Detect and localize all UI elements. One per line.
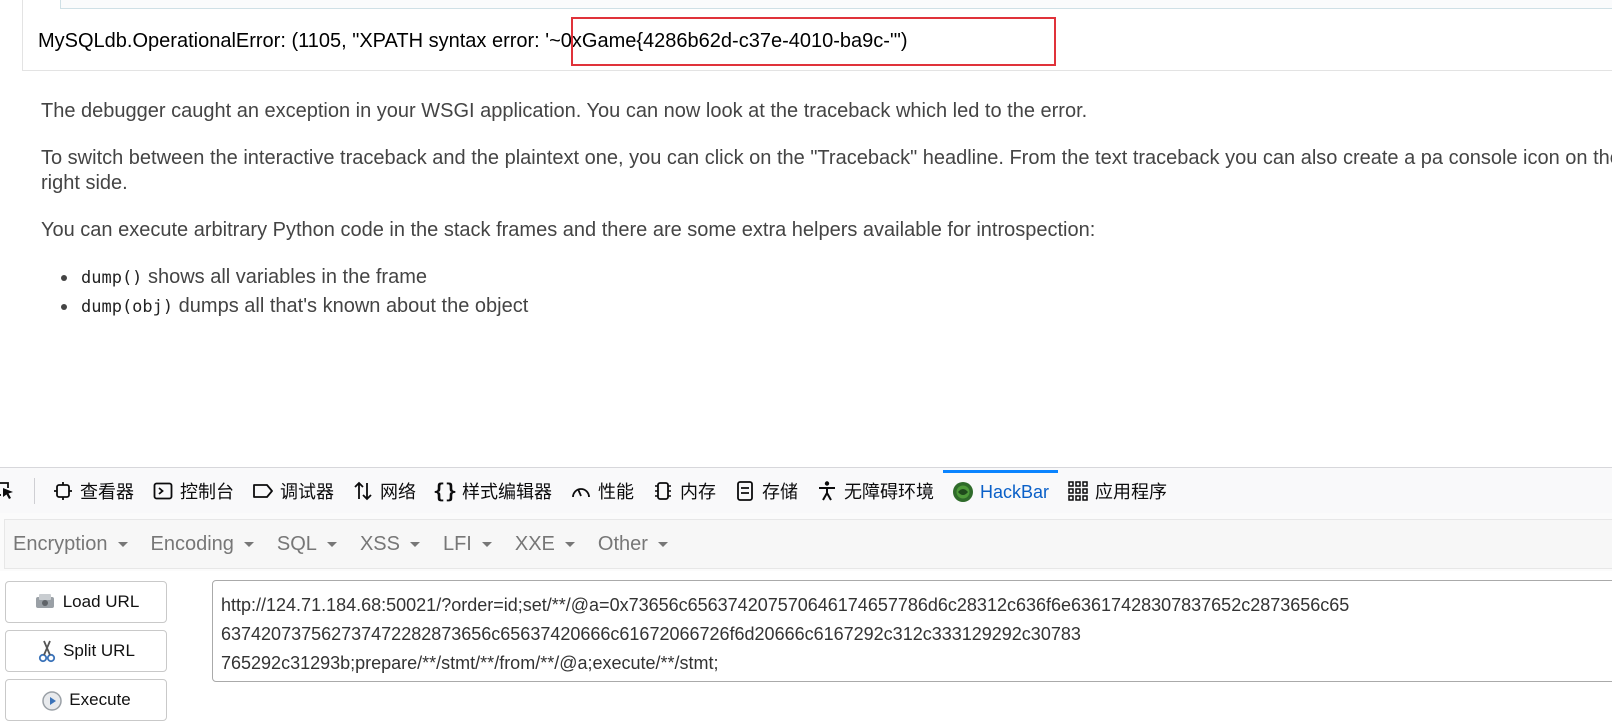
- element-picker-icon: [0, 481, 13, 499]
- menu-encryption[interactable]: Encryption: [5, 533, 143, 556]
- chevron-down-icon: [564, 541, 575, 547]
- hackbar-menu-bar: Encryption Encoding SQL XSS LFI XXE Othe…: [0, 513, 1612, 572]
- tab-label: 内存: [680, 481, 716, 502]
- style-editor-icon: {}: [432, 478, 458, 503]
- execute-icon: [42, 691, 63, 711]
- helper-code: dump(obj): [81, 297, 174, 317]
- tab-debugger[interactable]: 调试器: [243, 468, 343, 513]
- explanation-paragraph: The debugger caught an exception in your…: [41, 100, 1088, 122]
- console-icon: [152, 480, 174, 502]
- menu-lfi[interactable]: LFI: [435, 533, 507, 556]
- hackbar-icon: [952, 481, 974, 503]
- list-item: dump() shows all variables in the frame: [61, 265, 1611, 291]
- button-label: Execute: [69, 690, 131, 709]
- tab-hackbar[interactable]: HackBar: [943, 469, 1059, 512]
- red-highlight-box: [571, 17, 1056, 66]
- helper-description: shows all variables in the frame: [142, 266, 427, 288]
- accessibility-icon: [816, 480, 838, 502]
- list-item: dump(obj) dumps all that's known about t…: [61, 294, 1611, 320]
- menu-label: Encoding: [150, 532, 234, 555]
- menu-label: XXE: [514, 532, 555, 555]
- performance-icon: [570, 480, 592, 502]
- chevron-down-icon: [117, 541, 128, 547]
- hackbar-panel: Load URL Split URL Execute http://124.71…: [0, 571, 1612, 722]
- exception-message-prefix: MySQLdb.OperationalError: (1105, "XPATH …: [38, 30, 528, 52]
- helper-description: dumps all that's known about the object: [173, 295, 529, 317]
- application-icon: [1067, 480, 1089, 502]
- explanation-paragraph: To switch between the interactive traceb…: [41, 147, 1612, 194]
- menu-label: Encryption: [13, 532, 108, 555]
- execute-button[interactable]: Execute: [5, 679, 167, 721]
- tab-label: HackBar: [980, 481, 1050, 502]
- menu-label: Other: [597, 532, 648, 555]
- memory-icon: [652, 480, 674, 502]
- split-url-button[interactable]: Split URL: [5, 630, 167, 672]
- code-block-remnant: [60, 0, 1612, 9]
- menu-other[interactable]: Other: [590, 533, 683, 556]
- button-label: Load URL: [62, 592, 140, 611]
- debugger-icon: [252, 480, 274, 502]
- debugger-explanation: The debugger caught an exception in your…: [41, 99, 1612, 323]
- scissors-icon: [38, 640, 56, 663]
- toolbar-divider: [34, 477, 35, 504]
- menu-xss[interactable]: XSS: [352, 533, 435, 556]
- url-textarea[interactable]: http://124.71.184.68:50021/?order=id;set…: [212, 580, 1612, 682]
- tab-memory[interactable]: 内存: [643, 468, 725, 513]
- tab-label: 查看器: [80, 481, 134, 502]
- tab-network[interactable]: 网络: [343, 468, 425, 513]
- tab-label: 调试器: [280, 481, 334, 502]
- tab-label: 性能: [598, 481, 634, 502]
- tab-accessibility[interactable]: 无障碍环境: [807, 468, 943, 513]
- hackbar-menu: Encryption Encoding SQL XSS LFI XXE Othe…: [4, 519, 1612, 569]
- button-label: Split URL: [63, 641, 135, 660]
- menu-encoding[interactable]: Encoding: [143, 533, 269, 556]
- chevron-down-icon: [243, 541, 254, 547]
- chevron-down-icon: [326, 541, 337, 547]
- network-icon: [352, 480, 374, 502]
- devtools-toolbar: 查看器 控制台 调试器 网络 {} 样式编辑器 性能 内存 存储 无障碍环境 H…: [0, 467, 1612, 514]
- tab-console[interactable]: 控制台: [143, 468, 243, 513]
- chevron-down-icon: [657, 541, 668, 547]
- tab-label: 控制台: [180, 481, 234, 502]
- tab-label: 应用程序: [1095, 481, 1168, 502]
- tab-style-editor[interactable]: {} 样式编辑器: [425, 468, 561, 513]
- menu-label: SQL: [276, 532, 317, 555]
- load-url-icon: [35, 594, 54, 608]
- explanation-paragraph: You can execute arbitrary Python code in…: [41, 219, 1096, 241]
- inspector-icon: [52, 480, 74, 502]
- chevron-down-icon: [409, 541, 420, 547]
- menu-xxe[interactable]: XXE: [507, 533, 590, 556]
- helper-code: dump(): [81, 268, 143, 288]
- load-url-button[interactable]: Load URL: [5, 581, 167, 623]
- menu-label: XSS: [359, 532, 400, 555]
- tab-label: 无障碍环境: [844, 481, 934, 502]
- tab-performance[interactable]: 性能: [561, 468, 643, 513]
- tab-inspector[interactable]: 查看器: [43, 468, 143, 513]
- storage-icon: [734, 480, 756, 502]
- element-picker-button[interactable]: [0, 468, 28, 513]
- helpers-list: dump() shows all variables in the frame …: [41, 265, 1611, 320]
- menu-sql[interactable]: SQL: [269, 533, 352, 556]
- chevron-down-icon: [481, 541, 492, 547]
- tab-application[interactable]: 应用程序: [1058, 468, 1176, 513]
- tab-label: 存储: [762, 481, 798, 502]
- tab-label: 网络: [380, 481, 416, 502]
- tab-label: 样式编辑器: [462, 481, 552, 502]
- tab-storage[interactable]: 存储: [725, 468, 807, 513]
- menu-label: LFI: [442, 532, 472, 555]
